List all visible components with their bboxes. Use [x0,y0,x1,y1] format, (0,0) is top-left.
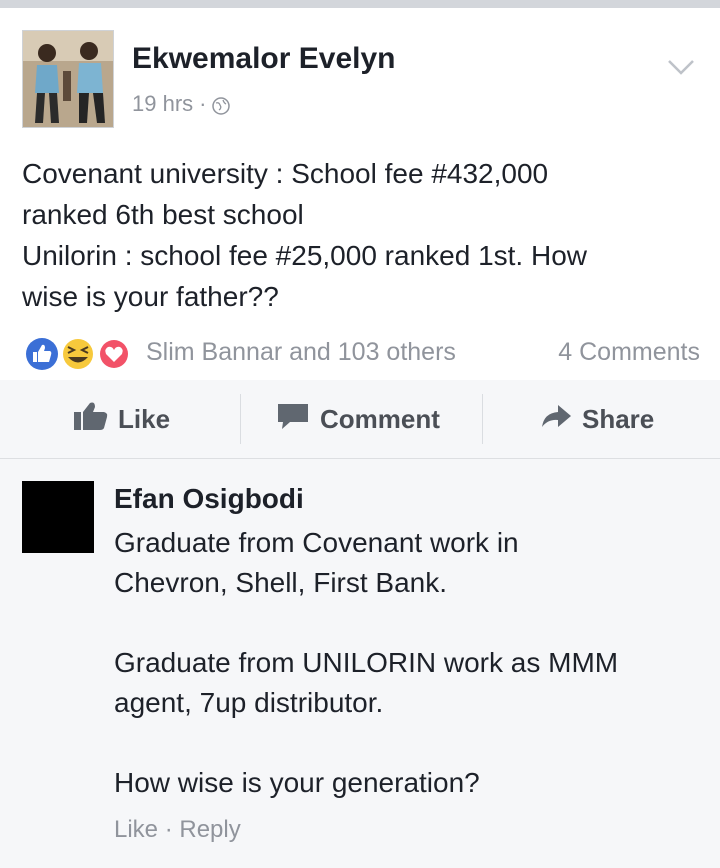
comment-label: Comment [320,403,440,434]
like-reaction-icon [24,336,60,372]
comment-line [114,723,704,763]
post-meta: 19 hrs · [132,91,231,117]
post-author-name[interactable]: Ekwemalor Evelyn [132,42,395,76]
author-avatar[interactable] [22,30,114,128]
reactions-summary[interactable]: Slim Bannar and 103 others [146,338,456,367]
post-text: Covenant university : School fee #432,00… [22,153,702,317]
comment-reply-link[interactable]: Reply [179,816,240,843]
reaction-icons[interactable] [22,334,134,374]
speech-bubble-icon [276,402,310,437]
share-button[interactable]: Share [540,380,654,458]
comment-actions-separator: · [164,816,173,843]
meta-separator: · [199,91,207,116]
comment-line: Graduate from Covenant work in [114,527,519,558]
commenter-name[interactable]: Efan Osigbodi [114,483,304,515]
action-divider [482,394,483,444]
love-reaction-icon [98,338,130,370]
comment-line: agent, 7up distributor. [114,687,384,718]
top-strip [0,0,720,8]
comment-button[interactable]: Comment [276,380,440,458]
like-button[interactable]: Like [74,380,170,458]
post-card: Ekwemalor Evelyn 19 hrs · Covenant unive… [0,8,720,380]
post-action-bar: Like Comment Share [0,380,720,459]
haha-reaction-icon [61,337,95,371]
share-label: Share [582,403,655,434]
post-time[interactable]: 19 hrs [132,91,193,117]
comment-text: Graduate from Covenant work in Chevron, … [114,523,704,803]
action-divider [240,394,241,444]
globe-icon [212,95,231,115]
share-arrow-icon [540,403,572,436]
post-text-line: ranked 6th best school [22,199,304,230]
post-options-chevron-icon[interactable] [665,56,697,78]
comment-actions: Like · Reply [114,816,241,844]
post-text-line: Covenant university : School fee #432,00… [22,158,549,189]
reactions-row: Slim Bannar and 103 others 4 Comments [22,334,700,374]
commenter-avatar[interactable] [22,481,94,553]
comment-section: Efan Osigbodi Graduate from Covenant wor… [0,459,720,868]
thumbs-up-icon [74,401,108,438]
like-label: Like [118,403,171,434]
post-text-line: Unilorin : school fee #25,000 ranked 1st… [22,240,587,271]
comments-count[interactable]: 4 Comments [558,338,700,367]
comment-like-link[interactable]: Like [114,816,158,843]
comment-line: How wise is your generation? [114,767,480,798]
post-text-line: wise is your father?? [22,281,279,312]
comment-line: Chevron, Shell, First Bank. [114,567,448,598]
comment-line: Graduate from UNILORIN work as MMM [114,647,619,678]
comment-line [114,603,704,643]
